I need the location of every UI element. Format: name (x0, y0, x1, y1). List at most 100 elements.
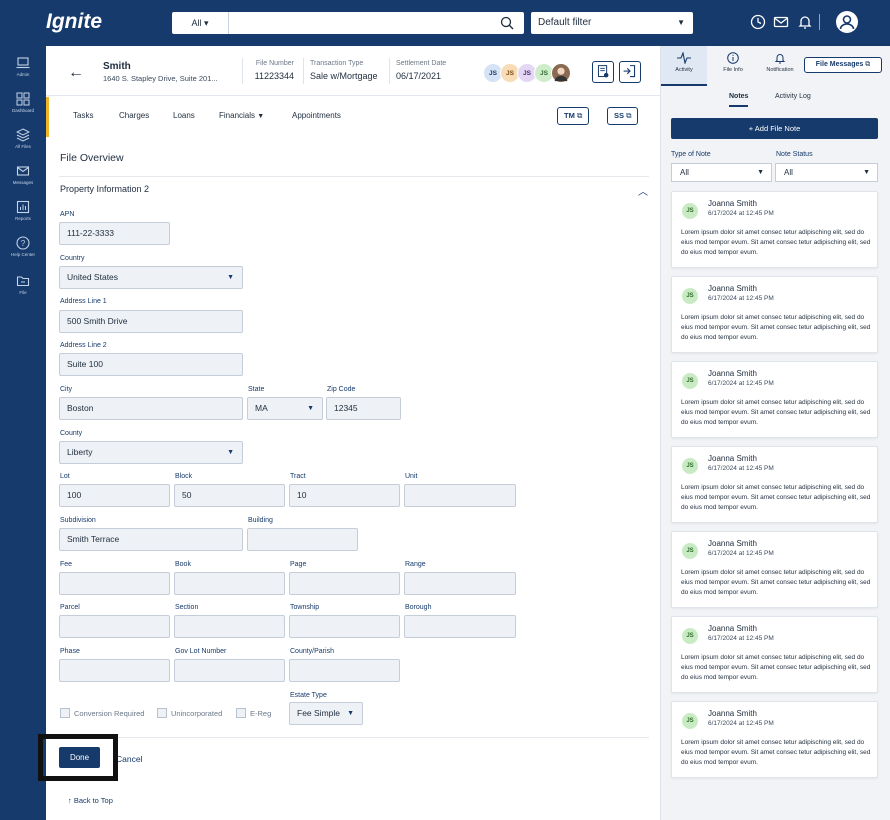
note-card[interactable]: JS Joanna Smith 6/17/2024 at 12:45 PM Lo… (671, 701, 878, 778)
app-logo[interactable]: Ignite (46, 10, 102, 34)
phase-field[interactable] (59, 659, 170, 682)
note-card[interactable]: JS Joanna Smith 6/17/2024 at 12:45 PM Lo… (671, 616, 878, 693)
note-card[interactable]: JS Joanna Smith 6/17/2024 at 12:45 PM Lo… (671, 191, 878, 268)
divider (389, 58, 390, 84)
e-reg-checkbox[interactable] (236, 708, 246, 718)
address-line-1-field[interactable]: 500 Smith Drive (59, 310, 243, 333)
apn-field[interactable]: 111-22-3333 (59, 222, 170, 245)
tab-loans[interactable]: Loans (173, 111, 195, 120)
tab-financials[interactable]: Financials ▼ (219, 111, 264, 120)
state-value: MA (255, 403, 268, 413)
country-select[interactable]: United States ▼ (59, 266, 243, 289)
note-date: 6/17/2024 at 12:45 PM (708, 635, 774, 642)
section-field[interactable] (174, 615, 285, 638)
mail-icon[interactable] (772, 13, 790, 31)
nav-item-file[interactable]: File (0, 274, 46, 295)
zip-code-field[interactable]: 12345 (326, 397, 401, 420)
search-scope-select[interactable]: All ▾ (172, 12, 229, 34)
tab-notification[interactable]: Notification (757, 46, 803, 86)
note-card[interactable]: JS Joanna Smith 6/17/2024 at 12:45 PM Lo… (671, 361, 878, 438)
book-field[interactable] (174, 572, 285, 595)
lot-field[interactable]: 100 (59, 484, 170, 507)
parcel-field[interactable] (59, 615, 170, 638)
note-author: Joanna Smith (708, 454, 757, 463)
note-author: Joanna Smith (708, 199, 757, 208)
back-to-top-link[interactable]: ↑ Back to Top (68, 796, 113, 805)
cancel-button[interactable]: Cancel (116, 754, 142, 764)
tab-activity[interactable]: Activity (661, 46, 707, 86)
search-icon[interactable] (500, 16, 514, 30)
township-field[interactable] (289, 615, 400, 638)
county-parish-label: County/Parish (290, 648, 334, 655)
tab-tasks[interactable]: Tasks (73, 111, 93, 120)
nav-item-all-files[interactable]: All Files (0, 128, 46, 149)
fee-field[interactable] (59, 572, 170, 595)
caret-down-icon: ▼ (863, 169, 870, 176)
state-select[interactable]: MA ▼ (247, 397, 323, 420)
conversion-required-checkbox[interactable] (60, 708, 70, 718)
nav-item-dashboard[interactable]: Dashboard (0, 92, 46, 113)
county-parish-field[interactable] (289, 659, 400, 682)
nav-item-help-center[interactable]: ? Help Center (0, 236, 46, 257)
user-avatar[interactable] (836, 11, 858, 33)
address-line-2-field[interactable]: Suite 100 (59, 353, 243, 376)
unincorporated-checkbox[interactable] (157, 708, 167, 718)
tab-financials-label: Financials (219, 111, 256, 120)
gov-lot-number-label: Gov Lot Number (175, 648, 227, 655)
note-author: Joanna Smith (708, 539, 757, 548)
estate-type-select[interactable]: Fee Simple ▼ (289, 702, 363, 725)
add-file-note-button[interactable]: + Add File Note (671, 118, 878, 139)
note-status-select[interactable]: All ▼ (775, 163, 878, 182)
borough-field[interactable] (404, 615, 516, 638)
range-field[interactable] (404, 572, 516, 595)
caret-down-icon: ▼ (227, 274, 234, 281)
book-label: Book (175, 561, 191, 568)
file-messages-button[interactable]: File Messages ⧉ (804, 57, 882, 73)
address-line-2-label: Address Line 2 (60, 342, 107, 349)
tab-file-info[interactable]: File Info (711, 46, 755, 86)
ss-button[interactable]: SS ⧉ (607, 107, 639, 125)
document-button[interactable] (592, 61, 614, 83)
township-label: Township (290, 604, 320, 611)
tab-activity-label: Activity (675, 67, 693, 73)
page-label: Page (290, 561, 307, 568)
city-field[interactable]: Boston (59, 397, 243, 420)
building-field[interactable] (247, 528, 358, 551)
type-of-note-select[interactable]: All ▼ (671, 163, 772, 182)
tab-appointments[interactable]: Appointments (292, 111, 341, 120)
export-button[interactable] (619, 61, 641, 83)
tract-field[interactable]: 10 (289, 484, 400, 507)
nav-item-reports[interactable]: Reports (0, 200, 46, 221)
filter-select[interactable]: Default filter ▼ (531, 12, 693, 34)
activity-panel: Activity File Info Notification File Mes… (660, 46, 890, 820)
tab-charges[interactable]: Charges (119, 111, 149, 120)
nav-item-messages[interactable]: Messages (0, 164, 46, 185)
tm-button[interactable]: TM ⧉ (557, 107, 590, 125)
bell-icon[interactable] (796, 13, 814, 31)
unit-field[interactable] (404, 484, 516, 507)
note-card[interactable]: JS Joanna Smith 6/17/2024 at 12:45 PM Lo… (671, 276, 878, 353)
chevron-down-icon: ▼ (677, 18, 685, 27)
nav-item-admin[interactable]: Admin (0, 56, 46, 77)
subdivision-field[interactable]: Smith Terrace (59, 528, 243, 551)
chevron-up-icon[interactable]: ︿ (638, 183, 648, 198)
subtab-activity-log[interactable]: Activity Log (775, 93, 811, 100)
apn-label: APN (60, 211, 75, 218)
subtab-notes[interactable]: Notes (729, 93, 749, 107)
back-arrow-icon[interactable]: ← (68, 64, 84, 82)
folder-icon (16, 276, 30, 287)
clock-icon[interactable] (749, 13, 767, 31)
gov-lot-number-field[interactable] (174, 659, 285, 682)
note-card[interactable]: JS Joanna Smith 6/17/2024 at 12:45 PM Lo… (671, 446, 878, 523)
note-avatar: JS (682, 288, 698, 304)
svg-text:?: ? (21, 239, 26, 248)
search-box[interactable]: All ▾ (172, 12, 524, 34)
user-photo-avatar[interactable] (551, 63, 571, 83)
county-select[interactable]: Liberty ▼ (59, 441, 243, 464)
report-icon (16, 200, 30, 214)
note-card[interactable]: JS Joanna Smith 6/17/2024 at 12:45 PM Lo… (671, 531, 878, 608)
page-field[interactable] (289, 572, 400, 595)
file-number-label: File Number (255, 60, 294, 67)
tract-label: Tract (290, 473, 306, 480)
block-field[interactable]: 50 (174, 484, 285, 507)
